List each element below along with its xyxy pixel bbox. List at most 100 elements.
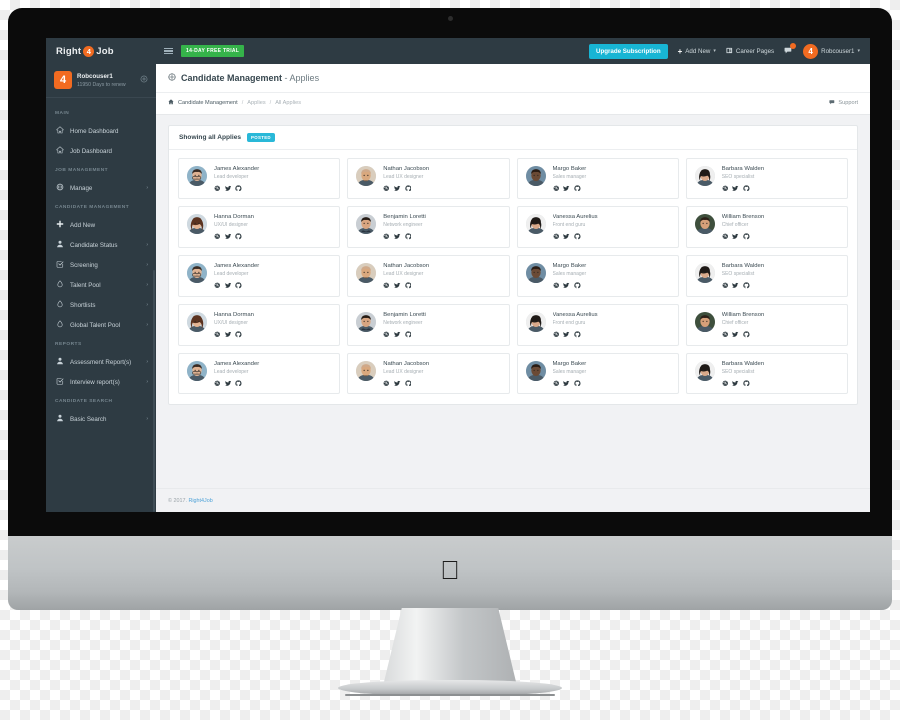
dribbble-icon[interactable] [214,331,221,338]
github-icon[interactable] [404,233,412,240]
candidate-card[interactable]: James Alexander Lead developer [178,255,341,297]
add-new-menu[interactable]: + Add New ▾ [678,47,716,56]
twitter-icon[interactable] [224,233,232,240]
dribbble-icon[interactable] [722,233,729,240]
upgrade-subscription-button[interactable]: Upgrade Subscription [588,43,668,59]
github-icon[interactable] [404,184,412,192]
twitter-icon[interactable] [563,233,570,240]
candidate-card[interactable]: James Alexander Lead developer [178,157,341,200]
candidate-card[interactable]: Benjamin Loretti Network engineer [347,206,510,249]
dribbble-icon[interactable] [722,282,729,289]
dribbble-icon[interactable] [383,185,390,192]
github-icon[interactable] [235,331,242,338]
twitter-icon[interactable] [732,380,739,387]
sidebar-item-job-dashboard[interactable]: Job Dashboard [46,141,156,161]
twitter-icon[interactable] [393,185,401,192]
sidebar-scrollbar[interactable] [153,270,155,512]
user-menu[interactable]: 4 Robcouser1 ▾ [803,43,860,59]
github-icon[interactable] [743,233,750,240]
twitter-icon[interactable] [563,185,570,192]
career-pages-link[interactable]: Career Pages [726,47,774,56]
dribbble-icon[interactable] [553,331,560,338]
candidate-card[interactable]: Barbara Walden SEO specialist [685,352,848,395]
github-icon[interactable] [574,331,581,338]
dribbble-icon[interactable] [722,331,729,338]
twitter-icon[interactable] [393,233,401,240]
dribbble-icon[interactable] [383,380,390,387]
footer-link[interactable]: Right4Job [188,498,212,504]
github-icon[interactable] [574,380,581,387]
dribbble-icon[interactable] [553,185,560,192]
dribbble-icon[interactable] [383,282,390,289]
candidate-card[interactable]: James Alexander Lead developer [178,352,341,395]
github-icon[interactable] [235,282,242,289]
dribbble-icon[interactable] [553,233,560,240]
twitter-icon[interactable] [224,185,232,192]
candidate-card[interactable]: Margo Baker Sales manager [516,157,679,200]
github-icon[interactable] [235,380,242,387]
home-icon[interactable] [168,99,174,107]
candidate-card[interactable]: Barbara Walden SEO specialist [685,255,848,297]
dribbble-icon[interactable] [722,185,729,192]
candidate-card[interactable]: Vanessa Aurelius Front end guru [516,303,679,346]
sidebar-item-candidate-status[interactable]: Candidate Status › [46,235,156,255]
sidebar-item-interview-report-s[interactable]: Interview report(s) › [46,372,156,392]
sidebar-item-screening[interactable]: Screening › [46,255,156,275]
twitter-icon[interactable] [563,282,570,289]
candidate-card[interactable]: William Brenson Chief officer [685,206,848,249]
candidate-card[interactable]: Nathan Jacobson Lead UX designer [347,352,510,395]
dribbble-icon[interactable] [553,380,560,387]
candidate-card[interactable]: Hanna Dorman UX/UI designer [178,206,341,249]
github-icon[interactable] [743,331,750,338]
github-icon[interactable] [574,184,581,192]
github-icon[interactable] [235,184,242,192]
twitter-icon[interactable] [732,282,739,289]
dribbble-icon[interactable] [214,185,221,192]
twitter-icon[interactable] [563,331,570,338]
twitter-icon[interactable] [732,233,739,240]
github-icon[interactable] [743,184,750,192]
candidate-card[interactable]: Vanessa Aurelius Front end guru [516,206,679,249]
sidebar-item-home-dashboard[interactable]: Home Dashboard [46,121,156,141]
github-icon[interactable] [404,380,412,387]
breadcrumb-item-2[interactable]: Applies [247,100,265,106]
dribbble-icon[interactable] [553,282,560,289]
sidebar-item-talent-pool[interactable]: Talent Pool › [46,275,156,295]
github-icon[interactable] [235,233,242,240]
support-link[interactable]: Support [829,99,858,108]
twitter-icon[interactable] [563,380,570,387]
sidebar-item-manage[interactable]: Manage › [46,178,156,198]
twitter-icon[interactable] [224,380,232,387]
twitter-icon[interactable] [224,282,232,289]
dribbble-icon[interactable] [214,282,221,289]
github-icon[interactable] [404,282,412,289]
github-icon[interactable] [743,282,750,289]
candidate-card[interactable]: Hanna Dorman UX/UI designer [178,303,341,346]
twitter-icon[interactable] [393,331,401,338]
github-icon[interactable] [404,331,412,338]
hamburger-icon[interactable] [164,47,173,55]
sidebar-item-global-talent-pool[interactable]: Global Talent Pool › [46,315,156,335]
sidebar-item-assessment-report-s[interactable]: Assessment Report(s) › [46,352,156,372]
sidebar-item-basic-search[interactable]: Basic Search › [46,409,156,429]
candidate-card[interactable]: Nathan Jacobson Lead UX designer [347,157,510,200]
dribbble-icon[interactable] [214,380,221,387]
dribbble-icon[interactable] [722,380,729,387]
dribbble-icon[interactable] [383,233,390,240]
sidebar-item-shortlists[interactable]: Shortlists › [46,295,156,315]
candidate-card[interactable]: Benjamin Loretti Network engineer [347,303,510,346]
github-icon[interactable] [574,282,581,289]
dribbble-icon[interactable] [383,331,390,338]
candidate-card[interactable]: Margo Baker Sales manager [516,255,679,297]
sidebar-item-add-new[interactable]: Add New [46,215,156,235]
twitter-icon[interactable] [393,380,401,387]
candidate-card[interactable]: Barbara Walden SEO specialist [685,157,848,200]
twitter-icon[interactable] [224,331,232,338]
candidate-card[interactable]: William Brenson Chief officer [685,303,848,346]
twitter-icon[interactable] [732,331,739,338]
sidebar-user-box[interactable]: 4 Robcouser1 11950 Days to renew [46,64,156,98]
candidate-card[interactable]: Margo Baker Sales manager [516,352,679,395]
twitter-icon[interactable] [732,185,739,192]
breadcrumb-item-1[interactable]: Candidate Management [178,100,238,106]
dribbble-icon[interactable] [214,233,221,240]
